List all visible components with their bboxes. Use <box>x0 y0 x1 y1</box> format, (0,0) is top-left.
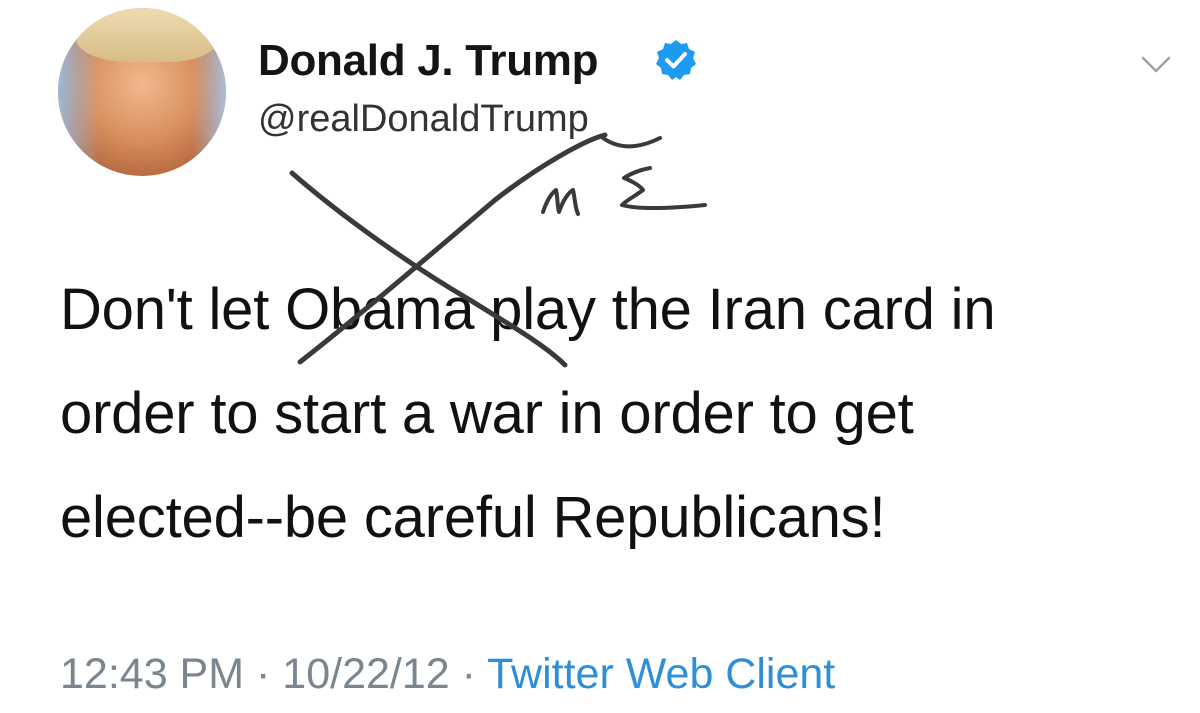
tweet-card: Donald J. Trump @realDonaldTrump Don't l… <box>0 0 1200 713</box>
insert-caret-tail <box>601 136 662 149</box>
avatar-hair <box>76 8 216 62</box>
handwritten-letter-e <box>620 166 707 211</box>
tweet-line-1: Don't let Obama play the Iran card in <box>60 277 996 342</box>
author-name[interactable]: Donald J. Trump <box>258 36 599 86</box>
tweet-time[interactable]: 12:43 PM <box>60 650 244 698</box>
tweet-date[interactable]: 10/22/12 <box>282 650 449 698</box>
tweet-body: Don't let Obama play the Iran card in or… <box>60 258 1170 570</box>
handwritten-letter-m <box>541 188 580 216</box>
chevron-down-icon[interactable] <box>1140 54 1172 76</box>
avatar[interactable] <box>58 8 226 176</box>
meta-separator-1: · <box>256 650 271 698</box>
tweet-line-2: order to start a war in order to get <box>60 381 914 446</box>
tweet-line-3: elected--be careful Republicans! <box>60 485 886 550</box>
verified-badge-icon <box>656 40 696 80</box>
tweet-metadata: 12:43 PM · 10/22/12 · Twitter Web Client <box>60 650 835 699</box>
tweet-client-link[interactable]: Twitter Web Client <box>487 650 835 698</box>
author-handle[interactable]: @realDonaldTrump <box>258 98 589 141</box>
meta-separator-2: · <box>461 650 476 698</box>
